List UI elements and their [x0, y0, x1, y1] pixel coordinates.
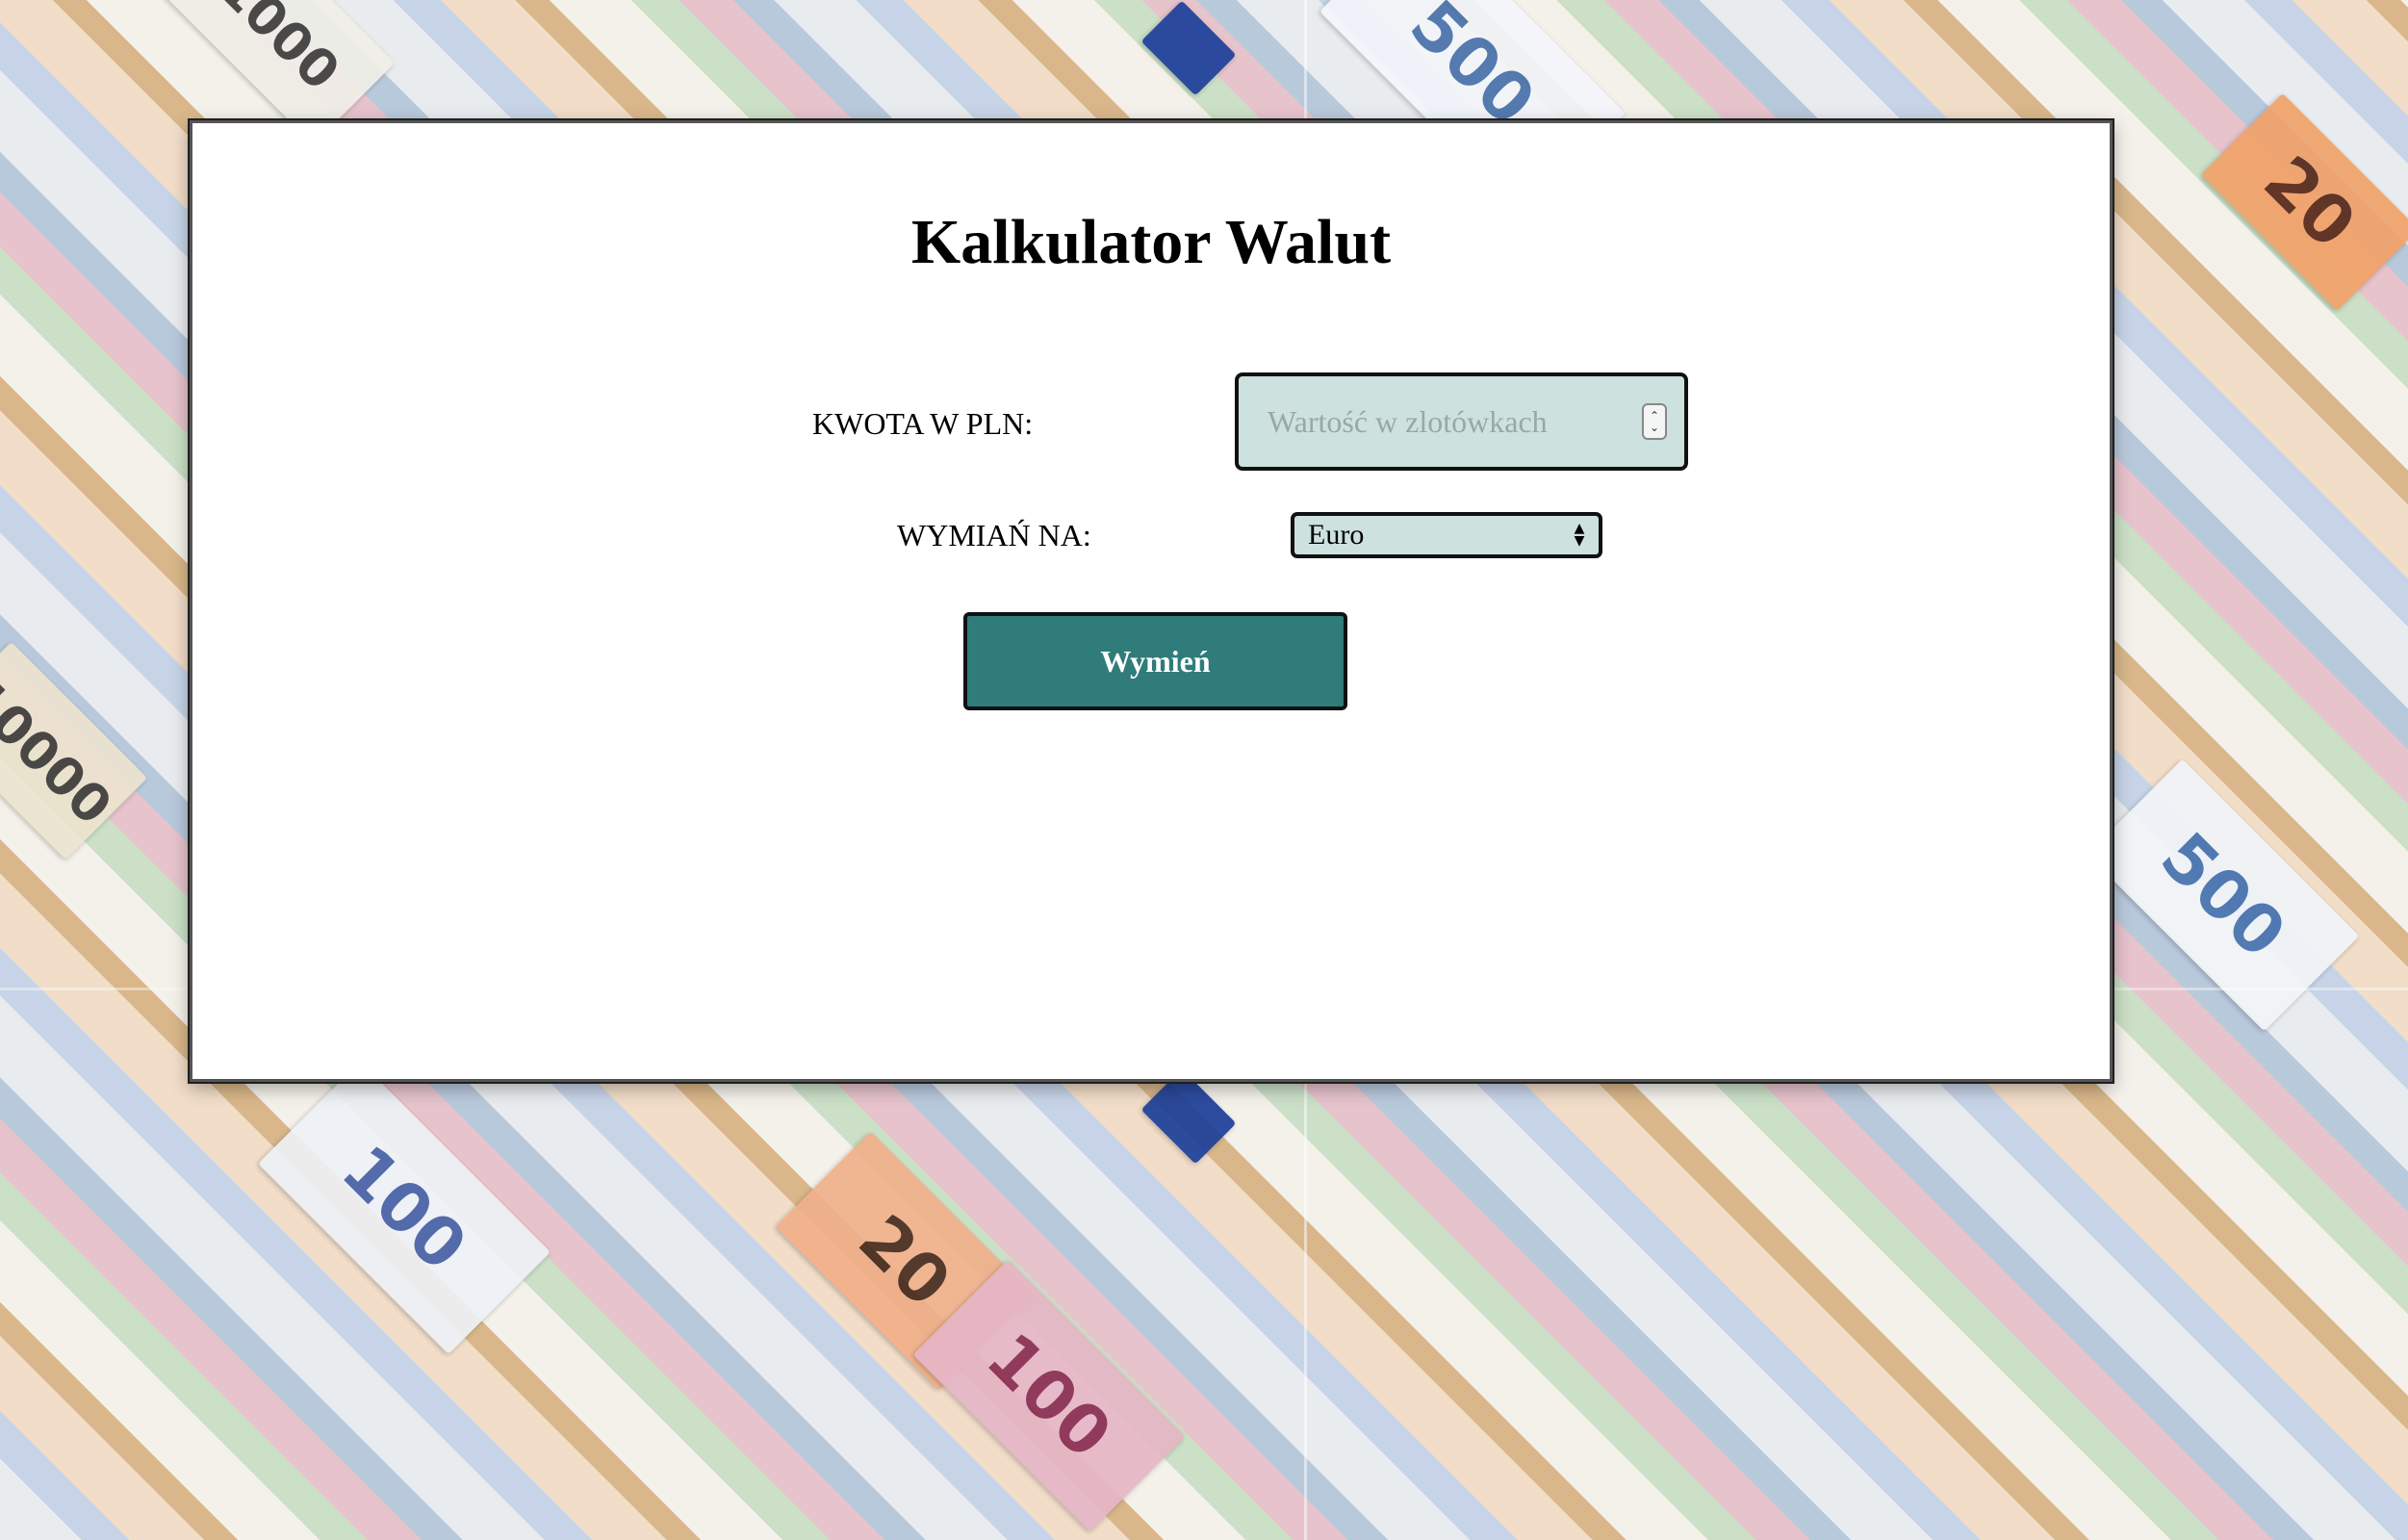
currency-selected-value: Euro	[1308, 519, 1365, 551]
banknote-label: 20	[843, 1199, 966, 1322]
amount-label: KWOTA W PLN:	[812, 406, 1034, 441]
calculator-card: Kalkulator Walut KWOTA W PLN: Wartość w …	[190, 120, 2113, 1082]
triangle-down-icon: ▼	[1574, 533, 1585, 549]
spinner-updown-icon[interactable]: ⌃ ⌄	[1642, 403, 1667, 440]
banknote-label: 100	[971, 1318, 1127, 1474]
eu-flag-decoration	[1140, 0, 1237, 96]
banknote-20-right: 20	[2200, 92, 2408, 312]
banknote-label: 10000	[0, 665, 124, 836]
chevron-down-icon[interactable]: ⌄	[1650, 422, 1659, 433]
banknote-label: 1000	[206, 0, 352, 102]
currency-select[interactable]: Euro ▲ ▼	[1291, 512, 1602, 558]
eu-flag-decoration	[1140, 1068, 1237, 1165]
banknote-label: 500	[1395, 0, 1550, 141]
currency-label: WYMIAŃ NA:	[897, 518, 1091, 552]
banknote-label: 500	[2145, 817, 2301, 973]
banknote-label: 100	[326, 1130, 482, 1286]
select-updown-icon: ▲ ▼	[1568, 522, 1591, 549]
banknote-100-left: 100	[257, 1061, 551, 1355]
page-title: Kalkulator Walut	[910, 207, 1392, 277]
amount-input[interactable]: Wartość w zlotówkach ⌃ ⌄	[1235, 372, 1688, 471]
banknote-label: 20	[2248, 141, 2371, 264]
banknote-10000-left: 10000	[0, 641, 148, 860]
amount-placeholder: Wartość w zlotówkach	[1268, 403, 1548, 439]
exchange-button[interactable]: Wymień	[963, 612, 1347, 710]
